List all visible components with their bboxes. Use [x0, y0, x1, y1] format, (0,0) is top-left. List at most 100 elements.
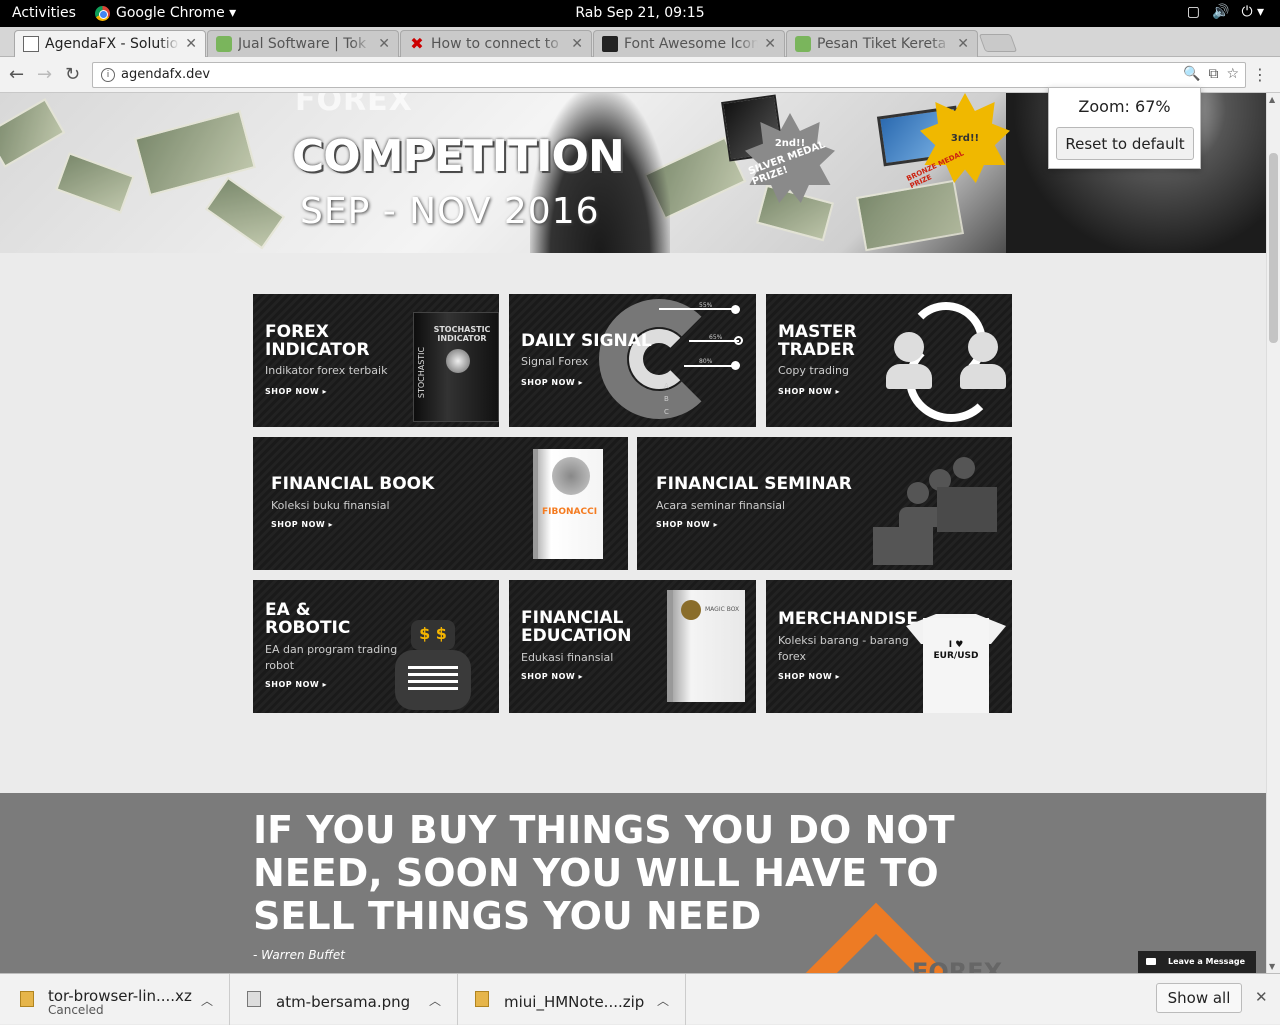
money-image [855, 179, 965, 252]
back-arrow-icon[interactable]: ← [9, 64, 24, 85]
close-icon[interactable]: ✕ [378, 36, 390, 52]
app-menu[interactable]: Google Chrome ▾ [95, 5, 236, 21]
agendafx-logo[interactable] [820, 908, 912, 973]
shop-now-link[interactable]: SHOP NOW ▸ [778, 672, 840, 681]
tile-financial-seminar[interactable]: FINANCIAL SEMINAR Acara seminar finansia… [637, 437, 1012, 570]
leave-message-button[interactable]: Leave a Message [1138, 951, 1256, 973]
scroll-up-icon[interactable]: ▲ [1269, 95, 1275, 104]
fibonacci-label: FIBONACCI [542, 507, 598, 517]
tile-forex-indicator[interactable]: FOREX INDICATOR Indikator forex terbaik … [253, 294, 499, 427]
tab-how-to-connect[interactable]: ✖ How to connect to ✕ [400, 30, 592, 57]
scroll-down-icon[interactable]: ▼ [1269, 962, 1275, 971]
download-item[interactable]: miui_HMNote....zip ︿ [458, 974, 686, 1025]
new-tab-button[interactable] [978, 34, 1018, 52]
tile-title: MERCHANDISE [778, 609, 919, 629]
stochastic-box-label: STOCHASTIC INDICATOR [433, 325, 491, 343]
zoom-level: Zoom: 67% [1078, 97, 1171, 116]
image-file-icon [247, 991, 261, 1007]
star-icon[interactable]: ☆ [1226, 66, 1239, 82]
person-icon [968, 332, 998, 362]
signal-line [659, 308, 739, 310]
logo-text: FOREX [912, 958, 1003, 973]
person-icon [894, 332, 924, 362]
tile-merchandise[interactable]: MERCHANDISE Koleksi barang - barang fore… [766, 580, 1012, 713]
tab-pesan-tiket[interactable]: Pesan Tiket Kereta ✕ [786, 30, 978, 57]
tab-title: Jual Software | Tok [238, 36, 367, 52]
app-menu-label: Google Chrome ▾ [116, 5, 237, 21]
page-scrollbar[interactable]: ▲ ▼ [1266, 93, 1280, 973]
window-icon: ▢ [1186, 4, 1200, 20]
signal-line [689, 340, 739, 342]
robot-body [395, 650, 471, 710]
reset-zoom-button[interactable]: Reset to default [1056, 127, 1194, 160]
tile-daily-signal[interactable]: 55% 65% 80% A B C DAILY SIGNAL Signal Fo… [509, 294, 756, 427]
stochastic-spine-label: STOCHASTIC [417, 346, 427, 399]
menu-dots-icon[interactable]: ⋮ [1252, 65, 1268, 84]
shop-now-link[interactable]: SHOP NOW ▸ [778, 387, 840, 396]
signal-pct-3: 80% [699, 358, 713, 365]
tab-strip: AgendaFX - Solution ✕ Jual Software | Tok… [0, 27, 1280, 73]
page-content: FOREX COMPETITION SEP - NOV 2016 2nd!! S… [0, 93, 1266, 973]
tile-financial-book[interactable]: FINANCIAL BOOK Koleksi buku finansial SH… [253, 437, 628, 570]
tile-subtitle: Koleksi barang - barang forex [778, 634, 909, 663]
flag-icon [602, 36, 618, 52]
close-download-bar-icon[interactable]: ✕ [1255, 988, 1268, 1006]
info-icon[interactable]: i [101, 68, 115, 82]
magic-box-image: MAGIC BOX [667, 590, 745, 702]
download-status: Canceled [48, 1003, 104, 1017]
person-body [960, 364, 1006, 389]
shop-now-link[interactable]: SHOP NOW ▸ [656, 520, 718, 529]
close-icon[interactable]: ✕ [185, 36, 197, 52]
shop-now-link[interactable]: SHOP NOW ▸ [265, 680, 327, 689]
x-icon: ✖ [410, 34, 424, 53]
shop-now-link[interactable]: SHOP NOW ▸ [265, 387, 327, 396]
copy-trading-icon [906, 302, 996, 422]
reload-icon[interactable]: ↻ [65, 64, 80, 85]
badge-icon [681, 600, 701, 620]
activities-button[interactable]: Activities [12, 5, 76, 21]
close-icon[interactable]: ✕ [764, 36, 776, 52]
tab-agendafx[interactable]: AgendaFX - Solution ✕ [14, 30, 206, 57]
portrait-image [552, 457, 590, 495]
shop-now-link[interactable]: SHOP NOW ▸ [521, 378, 583, 387]
zoom-icon[interactable]: 🔍 [1183, 66, 1200, 82]
tile-subtitle: Signal Forex [521, 355, 589, 368]
tile-financial-education[interactable]: FINANCIAL EDUCATION Edukasi finansial SH… [509, 580, 756, 713]
download-item[interactable]: tor-browser-lin....xz Canceled ︿ [0, 974, 230, 1025]
show-all-button[interactable]: Show all [1156, 983, 1242, 1013]
tab-title: Font Awesome Icon [624, 36, 759, 52]
tab-title: How to connect to [431, 36, 559, 52]
stochastic-box-image: STOCHASTIC INDICATOR STOCHASTIC [413, 312, 499, 422]
chevron-up-icon[interactable]: ︿ [657, 992, 669, 1009]
close-icon[interactable]: ✕ [957, 36, 969, 52]
tile-master-trader[interactable]: MASTER TRADER Copy trading SHOP NOW ▸ [766, 294, 1012, 427]
tile-title: EA & ROBOTIC [265, 600, 351, 638]
chevron-up-icon[interactable]: ︿ [201, 992, 213, 1009]
globe-icon [446, 349, 470, 373]
shop-now-link[interactable]: SHOP NOW ▸ [271, 520, 333, 529]
close-icon[interactable]: ✕ [571, 36, 583, 52]
shop-now-link[interactable]: SHOP NOW ▸ [521, 672, 583, 681]
signal-letter-b: B [664, 395, 669, 403]
tab-font-awesome[interactable]: Font Awesome Icon ✕ [593, 30, 785, 57]
tab-jual-software[interactable]: Jual Software | Tok ✕ [207, 30, 399, 57]
download-name: miui_HMNote....zip [504, 993, 645, 1011]
audience-icon [953, 457, 975, 479]
system-tray[interactable]: ▢ 🔊 ⏻ ▾ [1187, 4, 1264, 20]
page-icon [23, 36, 39, 52]
tile-ea-robotic[interactable]: EA & ROBOTIC EA dan program trading robo… [253, 580, 499, 713]
forward-arrow-icon[interactable]: → [37, 64, 52, 85]
chrome-icon [95, 5, 110, 21]
scrollbar-thumb[interactable] [1269, 153, 1278, 343]
money-image [55, 152, 135, 214]
address-bar[interactable]: i agendafx.dev 🔍 ⧉ ☆ [92, 62, 1246, 88]
download-item[interactable]: atm-bersama.png ︿ [230, 974, 458, 1025]
signal-chart-image [599, 299, 719, 419]
translate-icon[interactable]: ⧉ [1208, 66, 1218, 82]
tshirt-image: I ♥ EUR/USD [906, 606, 1006, 713]
tile-title: FINANCIAL BOOK [271, 474, 435, 494]
tile-title: MASTER TRADER [778, 322, 857, 360]
signal-letter-c: C [664, 408, 669, 416]
chevron-up-icon[interactable]: ︿ [429, 992, 441, 1009]
signal-letter-a: A [664, 382, 669, 390]
